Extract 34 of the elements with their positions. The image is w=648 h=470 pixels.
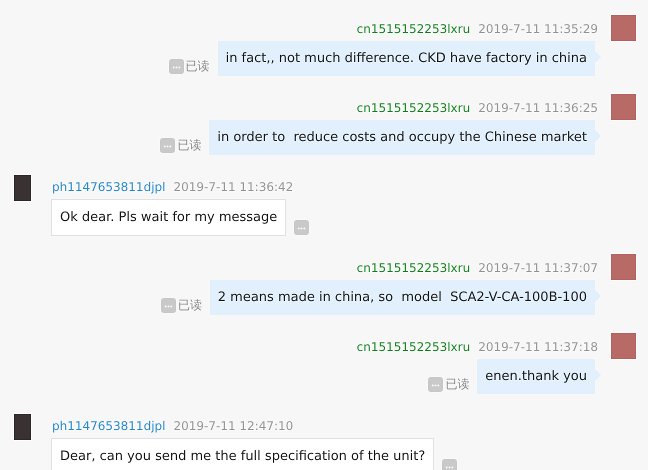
- message-bubble: in fact,, not much difference. CKD have factory in china: [218, 41, 601, 76]
- message-bubble: Ok dear. Pls wait for my message: [51, 199, 286, 236]
- read-status: 已读: [445, 377, 470, 392]
- avatar-photo: [611, 94, 636, 120]
- message-time: 2019-7-11 11:36:42: [173, 179, 294, 195]
- message-time: 2019-7-11 12:47:10: [173, 418, 294, 434]
- message-bubble: 2 means made in china, so model SCA2-V-CA-100B-100: [210, 280, 601, 315]
- avatar-photo: [611, 15, 636, 41]
- more-icon[interactable]: [442, 459, 458, 470]
- more-icon[interactable]: [294, 220, 310, 235]
- sender-name: cn1515152253lxru: [356, 260, 470, 276]
- sender-name: ph1147653811djpl: [52, 179, 166, 195]
- more-icon[interactable]: [428, 377, 444, 392]
- sender-name: cn1515152253lxru: [356, 21, 470, 37]
- read-status: 已读: [177, 138, 202, 153]
- message-time: 2019-7-11 11:37:07: [478, 260, 598, 276]
- message-time: 2019-7-11 11:35:29: [478, 21, 598, 37]
- message-bubble: in order to reduce costs and occupy the Chinese market: [209, 120, 601, 155]
- more-icon[interactable]: [160, 298, 176, 313]
- message-time: 2019-7-11 11:36:25: [478, 100, 598, 116]
- more-icon[interactable]: [168, 59, 184, 74]
- avatar-photo: [14, 414, 31, 440]
- sender-name: cn1515152253lxru: [356, 339, 470, 355]
- read-status: 已读: [178, 298, 202, 313]
- avatar-photo: [611, 333, 636, 359]
- message-bubble: enen.thank you: [477, 359, 601, 394]
- message-time: 2019-7-11 11:37:18: [478, 339, 598, 355]
- message-bubble: Dear, can you send me the full specification of the unit?: [51, 438, 434, 470]
- avatar-photo: [611, 254, 636, 280]
- read-status: 已读: [186, 59, 210, 74]
- sender-name: cn1515152253lxru: [356, 100, 470, 116]
- sender-name: ph1147653811djpl: [52, 418, 166, 434]
- more-icon[interactable]: [160, 138, 176, 153]
- avatar-photo: [14, 175, 31, 201]
